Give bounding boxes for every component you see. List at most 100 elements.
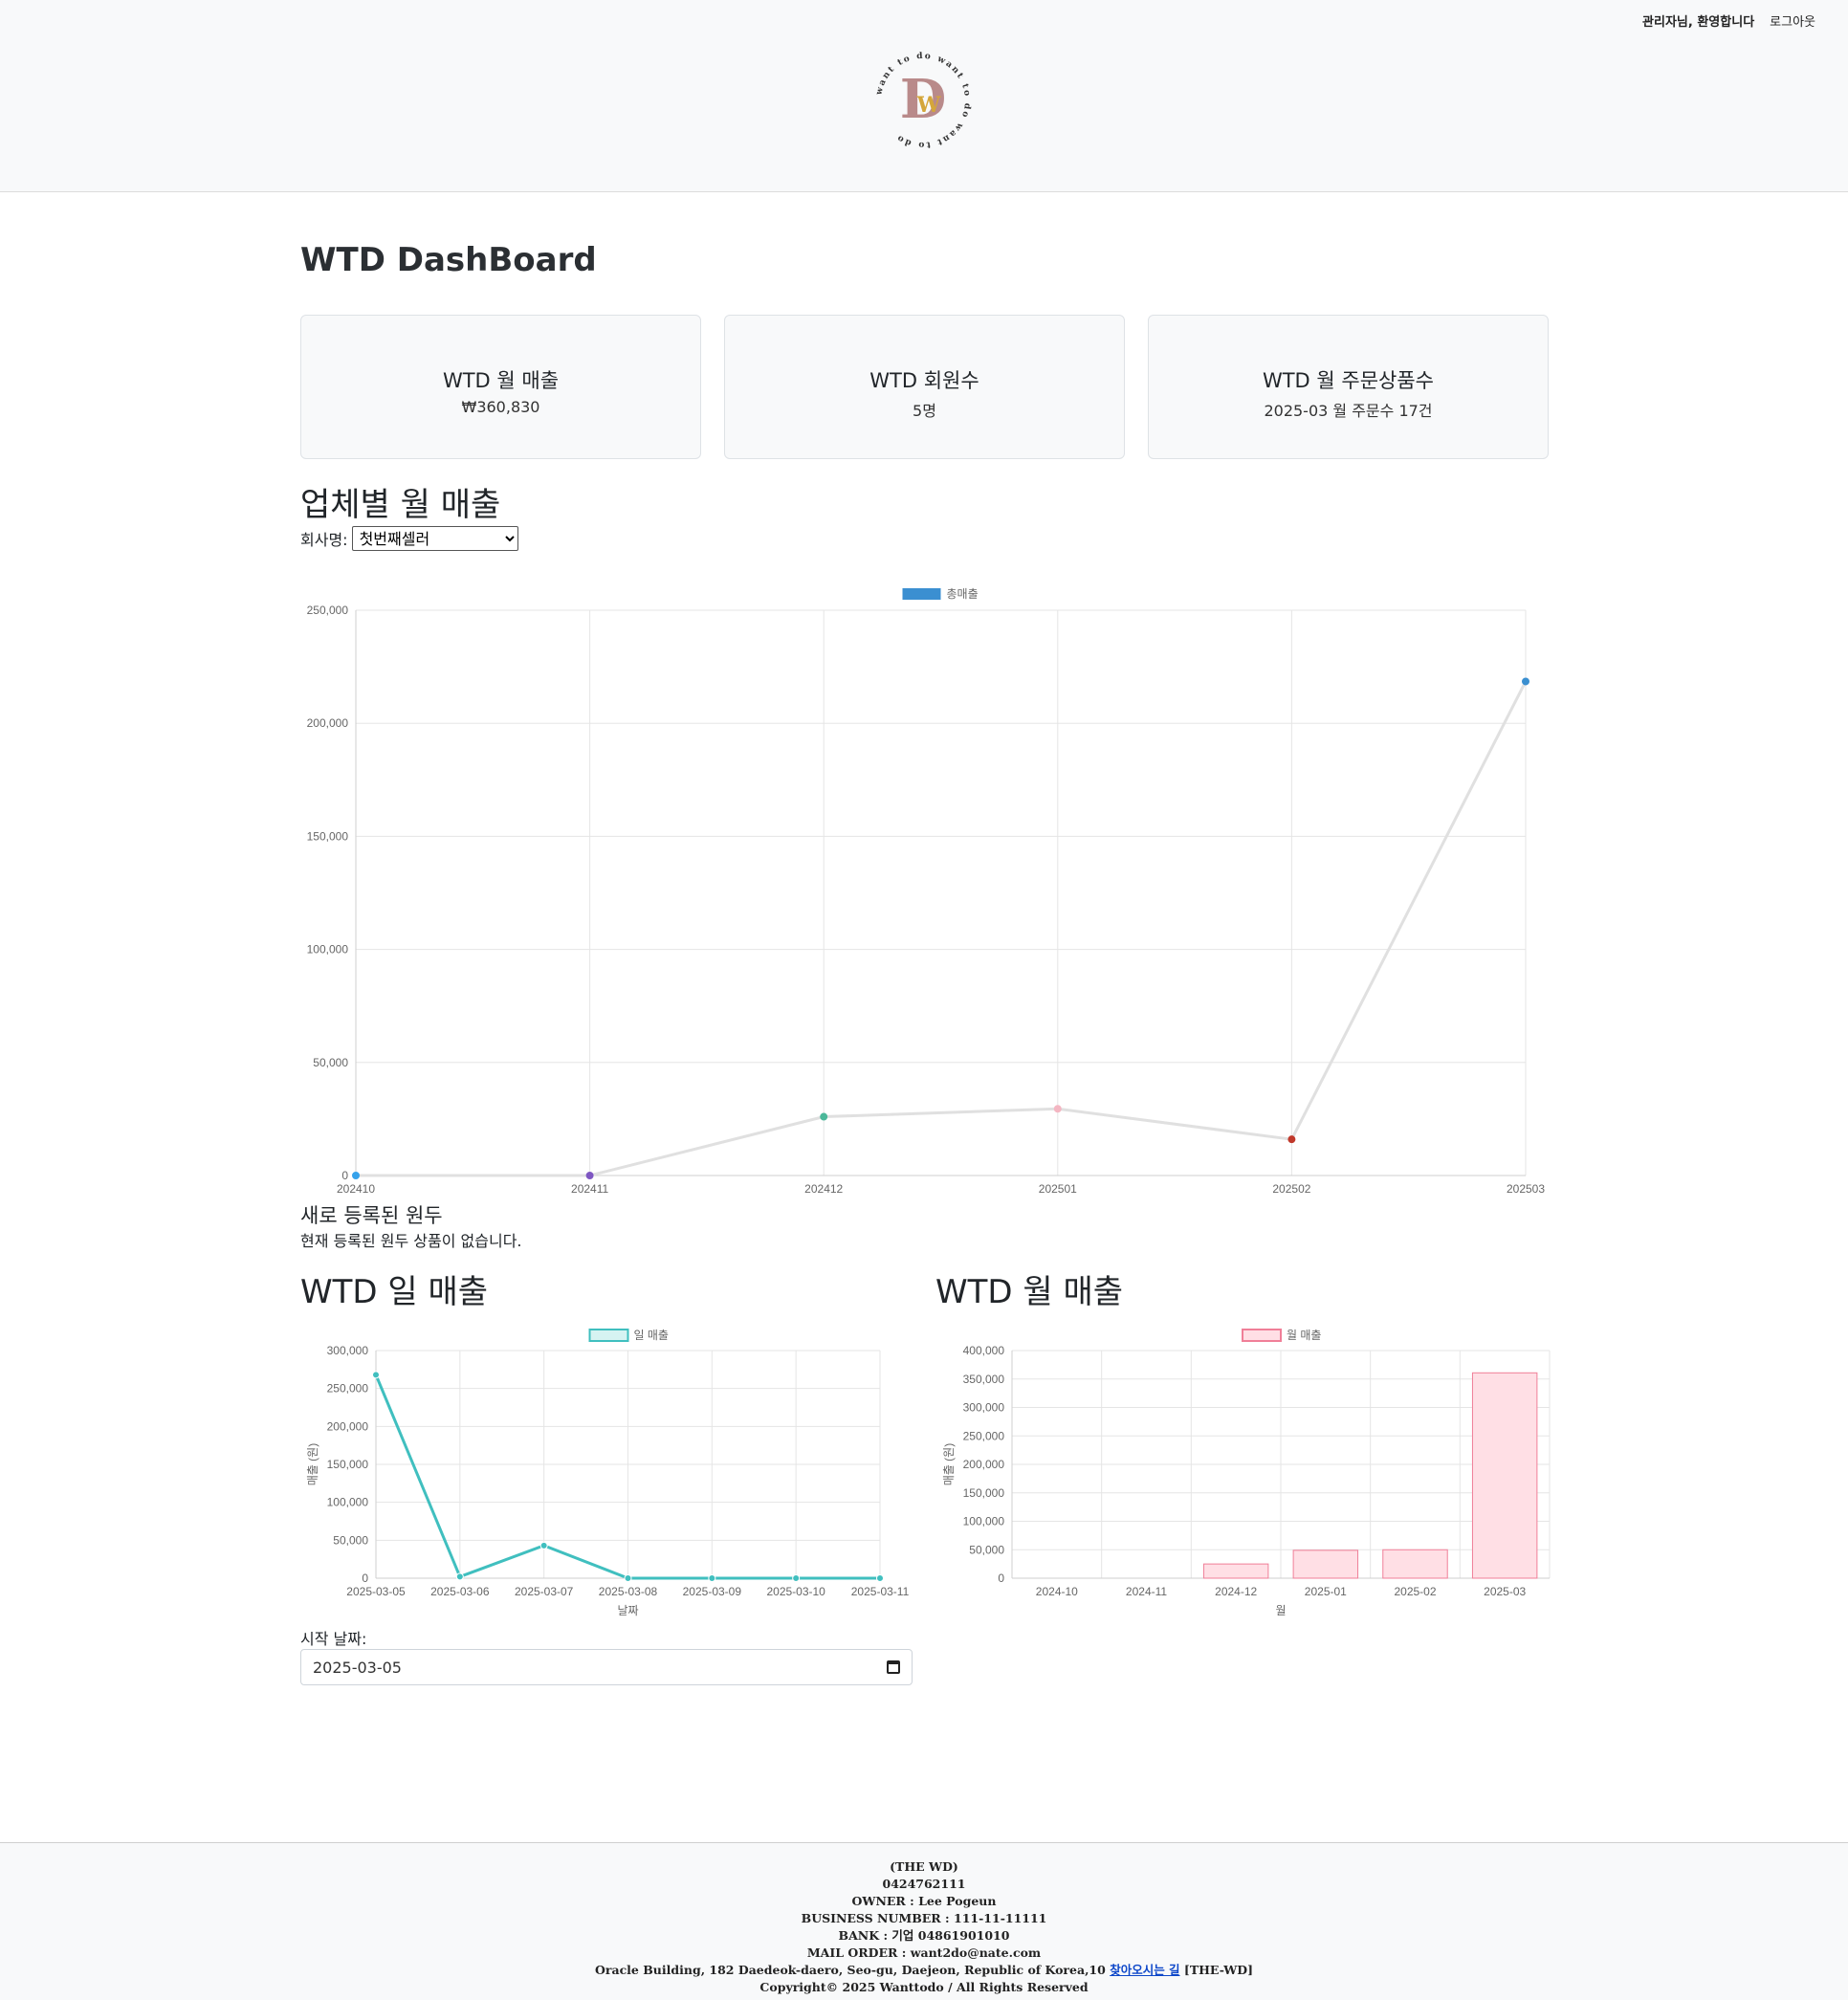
y-tick-label: 400,000 (963, 1344, 1005, 1357)
footer-copyright: Copyright© 2025 Wanttodo / All Rights Re… (759, 1980, 1089, 1994)
y-tick-label: 50,000 (313, 1056, 348, 1069)
x-tick-label: 2025-03-08 (599, 1585, 658, 1598)
y-tick-label: 0 (341, 1169, 348, 1182)
logout-link[interactable]: 로그아웃 (1770, 11, 1815, 30)
x-tick-label: 2025-03-07 (515, 1585, 574, 1598)
x-tick-label: 2025-03-05 (346, 1585, 406, 1598)
legend-label: 일 매출 (634, 1329, 669, 1342)
data-point (352, 1172, 360, 1179)
stat-card-members: WTD 회원수 5명 (724, 315, 1125, 459)
data-point (539, 1541, 548, 1549)
legend-swatch (1242, 1329, 1282, 1342)
company-select[interactable]: 첫번째셀러 (351, 526, 518, 551)
stat-value: ₩360,830 (461, 398, 540, 416)
x-tick-label: 2025-01 (1305, 1585, 1347, 1598)
x-tick-label: 2024-12 (1215, 1585, 1257, 1598)
svg-text:W: W (916, 93, 941, 118)
series-line (356, 680, 1528, 1177)
x-tick-label: 202412 (804, 1182, 843, 1196)
calendar-icon[interactable] (887, 1660, 900, 1674)
footer-brand-suffix: [THE-WD] (1183, 1963, 1253, 1977)
x-tick-label: 2025-03-09 (683, 1585, 742, 1598)
y-tick-label: 250,000 (963, 1429, 1005, 1442)
footer-phone: 0424762111 (882, 1877, 966, 1891)
legend-swatch (902, 588, 941, 600)
y-tick-label: 250,000 (307, 604, 349, 617)
company-sales-title: 업체별 월 매출 (300, 486, 501, 524)
y-axis-title: 매출 (원) (942, 1443, 956, 1485)
x-tick-label: 2024-10 (1036, 1585, 1078, 1598)
y-tick-label: 200,000 (327, 1419, 369, 1433)
x-tick-label: 2024-11 (1126, 1585, 1167, 1598)
y-tick-label: 200,000 (963, 1458, 1005, 1471)
monthly-sales-title: WTD 월 매출 (935, 1273, 1124, 1311)
bar (1471, 1372, 1538, 1579)
footer-business-number: BUSINESS NUMBER : 111-11-11111 (801, 1911, 1047, 1925)
x-tick-label: 202411 (571, 1182, 608, 1196)
y-tick-label: 300,000 (327, 1344, 369, 1357)
start-date-input[interactable]: 2025-03-05 (300, 1649, 913, 1685)
x-tick-label: 202410 (337, 1182, 375, 1196)
footer-address: Oracle Building, 182 Daedeok-daero, Seo-… (595, 1963, 1106, 1977)
data-point (1287, 1135, 1296, 1144)
footer-bank: BANK : 기업 04861901010 (838, 1928, 1010, 1943)
company-filter: 회사명: 첫번째셀러 (300, 526, 518, 551)
new-products-empty-text: 현재 등록된 원두 상품이 없습니다. (300, 1232, 522, 1250)
data-point (876, 1574, 884, 1582)
data-point (624, 1574, 632, 1582)
data-point (372, 1371, 380, 1379)
y-tick-label: 0 (998, 1571, 1004, 1585)
y-tick-label: 100,000 (327, 1496, 369, 1509)
y-tick-label: 0 (362, 1571, 368, 1585)
y-tick-label: 50,000 (333, 1533, 368, 1547)
daily-sales-chart: 일 매출 0 50,000 100,000 150,000 200,000 250,000 3… (306, 1329, 910, 1617)
x-tick-label: 202502 (1272, 1182, 1310, 1196)
y-tick-label: 50,000 (969, 1543, 1004, 1556)
footer-owner: OWNER : Lee Pogeun (851, 1894, 997, 1908)
x-tick-label: 2025-03-11 (851, 1585, 910, 1598)
stat-value: 5명 (913, 402, 936, 420)
company-sales-chart: 총매출 0 50,000 100,000 150,000 200,000 250,000 20… (307, 587, 1546, 1196)
x-tick-label: 2025-03 (1484, 1585, 1526, 1598)
y-tick-label: 350,000 (963, 1373, 1005, 1386)
data-point (820, 1112, 828, 1121)
company-select-label: 회사명: (300, 531, 348, 549)
y-axis-title: 매출 (원) (306, 1443, 319, 1485)
legend-swatch (588, 1329, 629, 1342)
data-point (585, 1172, 594, 1179)
page-title: WTD DashBoard (300, 241, 597, 279)
y-tick-label: 250,000 (327, 1382, 369, 1396)
bar (1292, 1549, 1359, 1579)
footer-address-line: Oracle Building, 182 Daedeok-daero, Seo-… (0, 1962, 1848, 1979)
data-point (455, 1572, 464, 1581)
data-point (792, 1574, 801, 1582)
data-point (1053, 1105, 1062, 1113)
y-tick-label: 200,000 (307, 716, 349, 730)
data-point (1522, 677, 1529, 686)
x-tick-label: 202501 (1039, 1182, 1077, 1196)
stat-value: 2025-03 월 주문수 17건 (1264, 402, 1433, 420)
x-tick-label: 2025-02 (1394, 1585, 1436, 1598)
welcome-text: 관리자님, 환영합니다 (1642, 15, 1755, 30)
directions-link[interactable]: 찾아오시는 길 (1110, 1963, 1179, 1977)
stat-card-monthly-sales: WTD 월 매출 ₩360,830 (300, 315, 701, 459)
stat-label: WTD 월 주문상품수 (1262, 369, 1435, 392)
stat-card-orders: WTD 월 주문상품수 2025-03 월 주문수 17건 (1148, 315, 1549, 459)
daily-sales-title: WTD 일 매출 (300, 1273, 489, 1311)
y-tick-label: 300,000 (963, 1401, 1005, 1415)
legend-label: 총매출 (947, 587, 979, 601)
x-axis-title: 월 (1275, 1604, 1286, 1617)
new-products-title: 새로 등록된 원두 (300, 1204, 443, 1227)
y-tick-label: 150,000 (327, 1458, 369, 1471)
brand-logo[interactable]: want to do want to do want to do D W (866, 43, 980, 158)
stat-label: WTD 월 매출 (442, 369, 560, 392)
monthly-sales-chart: 월 매출 0 50,000 100,000 150,000 200,000 250,000 3… (942, 1329, 1551, 1617)
y-tick-label: 100,000 (307, 943, 349, 956)
legend-label: 월 매출 (1287, 1329, 1321, 1342)
start-date-value: 2025-03-05 (313, 1658, 402, 1677)
bar (1202, 1563, 1269, 1579)
x-tick-label: 2025-03-06 (430, 1585, 490, 1598)
y-tick-label: 150,000 (307, 829, 349, 843)
y-tick-label: 100,000 (963, 1515, 1005, 1528)
footer-brand: (THE WD) (890, 1859, 958, 1874)
